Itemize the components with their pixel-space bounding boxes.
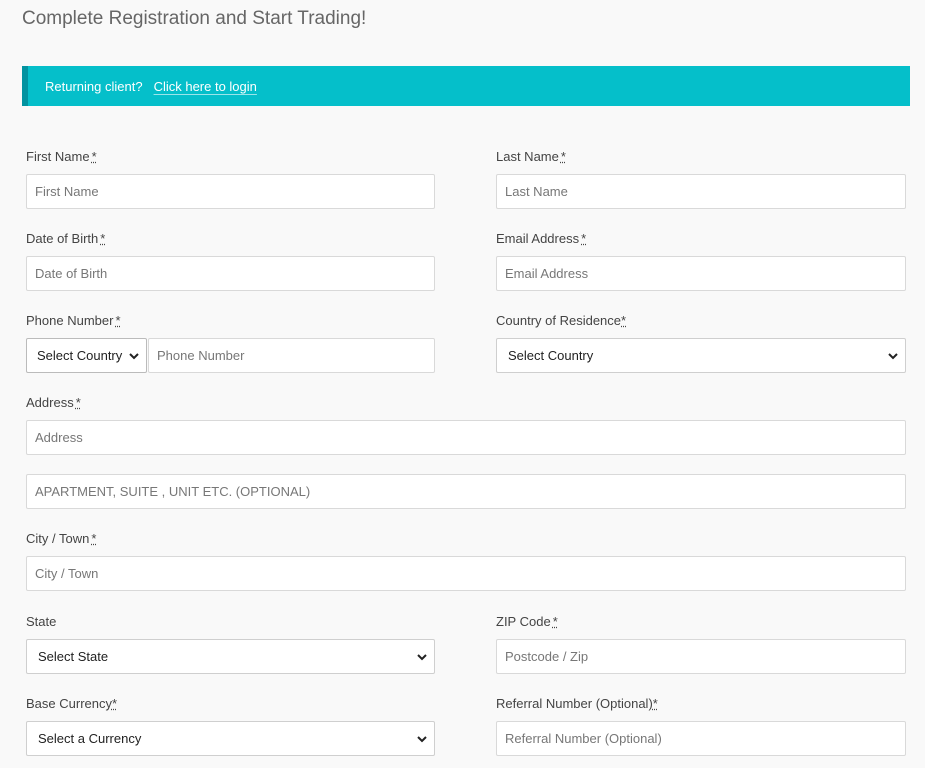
referral-input[interactable]: Referral Number (Optional) xyxy=(496,721,906,756)
first-name-label: First Name * xyxy=(26,149,97,164)
required-mark: * xyxy=(100,231,106,246)
chevron-down-icon xyxy=(417,653,427,660)
required-mark: * xyxy=(111,696,118,711)
currency-value: Select a Currency xyxy=(38,731,142,746)
chevron-down-icon xyxy=(129,352,139,359)
required-mark: * xyxy=(581,231,587,246)
zip-input[interactable]: Postcode / Zip xyxy=(496,639,906,674)
first-name-input[interactable]: First Name xyxy=(26,174,435,209)
last-name-input[interactable]: Last Name xyxy=(496,174,906,209)
page-title: Complete Registration and Start Trading! xyxy=(22,8,367,29)
address-label: Address * xyxy=(26,395,81,410)
notice-text: Returning client? xyxy=(45,78,143,94)
required-mark: * xyxy=(552,614,558,629)
phone-number-input[interactable]: Phone Number xyxy=(148,338,435,373)
required-mark: * xyxy=(91,149,97,164)
required-mark: * xyxy=(115,313,121,328)
required-mark: * xyxy=(91,531,97,546)
chevron-down-icon xyxy=(417,735,427,742)
address-line2-input[interactable]: APARTMENT, SUITE , UNIT ETC. (OPTIONAL) xyxy=(26,474,906,509)
country-select[interactable]: Select Country xyxy=(496,338,906,373)
required-mark: * xyxy=(75,395,81,410)
phone-country-select[interactable]: Select Country xyxy=(26,338,147,373)
state-label: State xyxy=(26,614,57,629)
login-link[interactable]: Click here to login xyxy=(154,79,257,94)
state-value: Select State xyxy=(38,649,109,664)
phone-country-value: Select Country xyxy=(37,348,123,363)
phone-label: Phone Number * xyxy=(26,313,121,328)
city-label: City / Town * xyxy=(26,531,97,546)
required-mark: * xyxy=(652,696,658,711)
chevron-down-icon xyxy=(888,352,898,359)
email-input[interactable]: Email Address xyxy=(496,256,906,291)
zip-label: ZIP Code * xyxy=(496,614,558,629)
dob-input[interactable]: Date of Birth xyxy=(26,256,435,291)
referral-label: Referral Number (Optional)* xyxy=(496,696,658,711)
email-label: Email Address * xyxy=(496,231,587,246)
currency-label: Base Currency* xyxy=(26,696,118,711)
city-input[interactable]: City / Town xyxy=(26,556,906,591)
required-mark: * xyxy=(560,149,566,164)
dob-label: Date of Birth * xyxy=(26,231,106,246)
returning-client-notice: Returning client? Click here to login xyxy=(22,66,910,106)
state-select[interactable]: Select State xyxy=(26,639,435,674)
required-mark: * xyxy=(621,313,627,328)
country-value: Select Country xyxy=(508,348,594,363)
country-label: Country of Residence* xyxy=(496,313,627,328)
currency-select[interactable]: Select a Currency xyxy=(26,721,435,756)
last-name-label: Last Name * xyxy=(496,149,566,164)
address-input[interactable]: Address xyxy=(26,420,906,455)
